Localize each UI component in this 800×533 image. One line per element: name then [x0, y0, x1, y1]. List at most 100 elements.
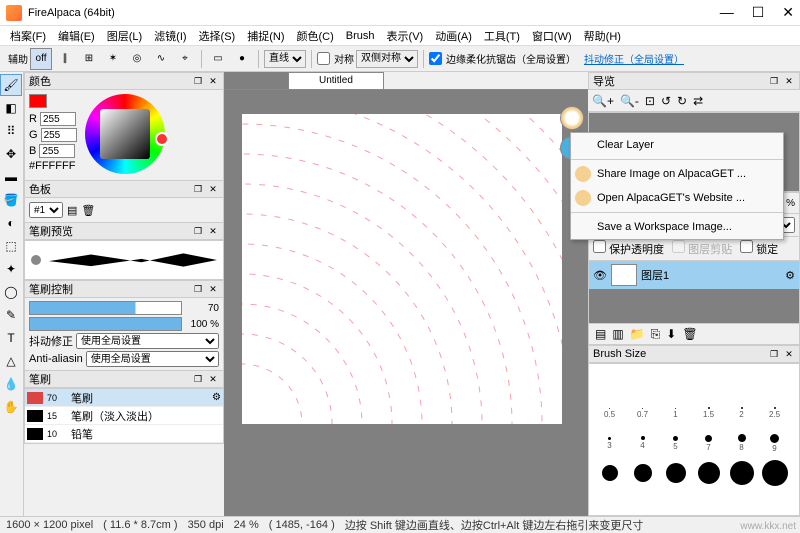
g-input[interactable] [41, 128, 77, 142]
panel-close-icon[interactable]: ✕ [207, 183, 219, 195]
ctx-share-alpacaget[interactable]: Share Image on AlpacaGET ... [571, 162, 783, 186]
panel-undock-icon[interactable]: ❐ [192, 283, 204, 295]
antialias-checkbox[interactable] [429, 52, 442, 65]
brush-list-item[interactable]: 10铅笔 [25, 425, 223, 443]
panel-close-icon[interactable]: ✕ [783, 75, 795, 87]
panel-close-icon[interactable]: ✕ [207, 373, 219, 385]
palette-add-icon[interactable]: ▤ [67, 204, 77, 217]
mirror-mode-select[interactable]: 双侧对称 [356, 50, 418, 68]
menu-color[interactable]: 颜色(C) [293, 26, 338, 46]
protect-alpha-check[interactable]: 保护透明度 [593, 240, 664, 257]
line-type-select[interactable]: 直线 [264, 50, 306, 68]
flip-icon[interactable]: ⇄ [693, 94, 703, 108]
menu-tools[interactable]: 工具(T) [480, 26, 524, 46]
brush-size-cell[interactable] [593, 368, 626, 398]
brush-size-cell[interactable]: 7 [692, 428, 725, 458]
brush-size-cell[interactable]: 3 [593, 428, 626, 458]
brush-list-item[interactable]: 70笔刷⚙ [25, 389, 223, 407]
brush-size-cell[interactable]: 9 [758, 428, 791, 458]
gradient-tool[interactable]: ◐ [0, 212, 22, 234]
layer-merge-icon[interactable]: ⬇ [666, 327, 676, 341]
snap-circle-button[interactable]: ◎ [126, 48, 148, 70]
menu-layer[interactable]: 图层(L) [103, 26, 146, 46]
ctx-clear-layer[interactable]: Clear Layer [571, 133, 783, 157]
rotate-left-icon[interactable]: ↺ [661, 94, 671, 108]
layer-item[interactable]: 👁 图层1 ⚙ [589, 261, 799, 289]
brush-size-cell[interactable]: 5 [659, 428, 692, 458]
panel-undock-icon[interactable]: ❐ [192, 225, 204, 237]
brush-size-cell[interactable]: 2 [725, 398, 758, 428]
brush-size-cell[interactable] [725, 458, 758, 488]
select-rect-tool[interactable]: ⬚ [0, 235, 22, 257]
snap-radial-button[interactable]: ✶ [102, 48, 124, 70]
shake-correction-link[interactable]: 抖动修正（全局设置） [584, 51, 684, 66]
layer-new-icon[interactable]: ▤ [595, 327, 606, 341]
menu-edit[interactable]: 编辑(E) [54, 26, 99, 46]
canvas-area[interactable] [224, 90, 588, 516]
menu-file[interactable]: 档案(F) [6, 26, 50, 46]
b-input[interactable] [39, 144, 75, 158]
shape-rect-button[interactable]: ▭ [207, 48, 229, 70]
layer-folder-icon[interactable]: 📁 [630, 327, 645, 341]
text-tool[interactable]: T [0, 327, 22, 349]
brush-list-item[interactable]: 15笔刷（淡入淡出） [25, 407, 223, 425]
panel-close-icon[interactable]: ✕ [207, 283, 219, 295]
panel-close-icon[interactable]: ✕ [783, 348, 795, 360]
brush-size-cell[interactable] [758, 368, 791, 398]
r-input[interactable] [40, 112, 76, 126]
move-tool[interactable]: ✥ [0, 143, 22, 165]
clip-check[interactable]: 图层剪贴 [672, 240, 732, 257]
brush-size-cell[interactable] [692, 458, 725, 488]
panel-close-icon[interactable]: ✕ [207, 225, 219, 237]
panel-undock-icon[interactable]: ❐ [192, 75, 204, 87]
brush-size-cell[interactable] [659, 458, 692, 488]
aa-select[interactable]: 使用全局设置 [86, 351, 219, 367]
brush-size-cell[interactable]: 1.5 [692, 398, 725, 428]
select-pen-tool[interactable]: ✎ [0, 304, 22, 326]
fill-tool[interactable]: ▬ [0, 166, 22, 188]
shape-tool[interactable]: △ [0, 350, 22, 372]
snap-off-button[interactable]: off [30, 48, 52, 70]
alpaca-float-button[interactable] [560, 106, 584, 130]
panel-undock-icon[interactable]: ❐ [192, 373, 204, 385]
lock-check[interactable]: 锁定 [740, 240, 778, 257]
panel-undock-icon[interactable]: ❐ [768, 75, 780, 87]
eraser-tool[interactable]: ◧ [0, 97, 22, 119]
brush-size-cell[interactable]: 2.5 [758, 398, 791, 428]
shape-dot-button[interactable]: ● [231, 48, 253, 70]
palette-select[interactable]: #1 [29, 202, 63, 218]
hue-handle[interactable] [155, 132, 169, 146]
brush-size-cell[interactable]: 8 [725, 428, 758, 458]
ctx-save-workspace[interactable]: Save a Workspace Image... [571, 215, 783, 239]
brush-tool[interactable]: 🖌 [0, 74, 22, 96]
layer-duplicate-icon[interactable]: ⎘ [651, 327, 661, 342]
select-lasso-tool[interactable]: ◯ [0, 281, 22, 303]
zoom-fit-icon[interactable]: ⊡ [645, 94, 655, 108]
snap-vanish-button[interactable]: ⌖ [174, 48, 196, 70]
brush-size-cell[interactable]: 0.7 [626, 398, 659, 428]
snap-curve-button[interactable]: ∿ [150, 48, 172, 70]
layer-new8-icon[interactable]: ▥ [612, 327, 623, 341]
select-wand-tool[interactable]: ✦ [0, 258, 22, 280]
gear-icon[interactable]: ⚙ [212, 392, 221, 403]
snap-grid-button[interactable]: ⊞ [78, 48, 100, 70]
snap-parallel-button[interactable]: ∥ [54, 48, 76, 70]
eyedropper-tool[interactable]: 💧 [0, 373, 22, 395]
foreground-color-swatch[interactable] [29, 94, 47, 108]
menu-window[interactable]: 窗口(W) [528, 26, 576, 46]
brush-size-cell[interactable] [626, 458, 659, 488]
ctx-open-alpacaget[interactable]: Open AlpacaGET's Website ... [571, 186, 783, 210]
canvas[interactable] [242, 114, 562, 424]
brush-size-cell[interactable] [725, 368, 758, 398]
menu-view[interactable]: 表示(V) [383, 26, 428, 46]
color-wheel[interactable] [85, 94, 165, 174]
bucket-tool[interactable]: 🪣 [0, 189, 22, 211]
brush-opacity-slider[interactable] [29, 317, 182, 331]
menu-snap[interactable]: 捕捉(N) [243, 26, 288, 46]
mirror-checkbox[interactable] [317, 52, 330, 65]
panel-close-icon[interactable]: ✕ [207, 75, 219, 87]
panel-undock-icon[interactable]: ❐ [768, 348, 780, 360]
menu-brush[interactable]: Brush [342, 28, 379, 44]
hand-tool[interactable]: ✋ [0, 396, 22, 418]
layer-visible-icon[interactable]: 👁 [593, 269, 607, 282]
